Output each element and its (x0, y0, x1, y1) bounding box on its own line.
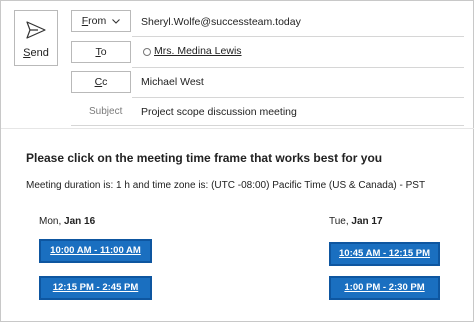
radio-circle-icon (143, 48, 151, 56)
time-slot-button[interactable]: 10:45 AM - 12:15 PM (329, 242, 440, 266)
from-label: From (81, 15, 107, 27)
from-address: Sheryl.Wolfe@successteam.today (141, 16, 301, 28)
subject-label: Subject (89, 106, 123, 117)
from-button[interactable]: From (71, 10, 131, 32)
chevron-down-icon (112, 18, 121, 24)
send-icon (26, 21, 46, 39)
subject-field[interactable]: Project scope discussion meeting (141, 106, 297, 118)
email-compose-window: Send From Sheryl.Wolfe@successteam.today… (0, 0, 474, 322)
compose-header: Send From Sheryl.Wolfe@successteam.today… (1, 1, 474, 127)
day-weekday: Tue, (329, 216, 352, 227)
cc-button[interactable]: Cc (71, 71, 131, 93)
cc-divider (132, 97, 464, 98)
time-slot-button[interactable]: 1:00 PM - 2:30 PM (329, 276, 440, 300)
send-label: Send (23, 47, 49, 59)
cc-field[interactable]: Michael West (141, 76, 204, 88)
body-separator (1, 128, 474, 129)
send-button[interactable]: Send (14, 10, 58, 66)
day-weekday: Mon, (39, 216, 65, 227)
from-divider (132, 36, 464, 37)
to-button[interactable]: To (71, 41, 131, 63)
cc-label: Cc (94, 76, 108, 88)
to-label: To (95, 46, 107, 58)
day-date: Jan 17 (351, 216, 383, 227)
day-label-tue: Tue, Jan 17 (329, 216, 383, 227)
day-date: Jan 16 (64, 216, 96, 227)
meeting-duration-text: Meeting duration is: 1 h and time zone i… (26, 180, 426, 191)
to-recipient[interactable]: Mrs. Medina Lewis (154, 45, 242, 57)
day-label-mon: Mon, Jan 16 (39, 216, 95, 227)
message-heading: Please click on the meeting time frame t… (26, 151, 383, 165)
time-slot-button[interactable]: 10:00 AM - 11:00 AM (39, 239, 152, 263)
to-divider (132, 67, 464, 68)
subject-divider (71, 125, 464, 126)
time-slot-button[interactable]: 12:15 PM - 2:45 PM (39, 276, 152, 300)
